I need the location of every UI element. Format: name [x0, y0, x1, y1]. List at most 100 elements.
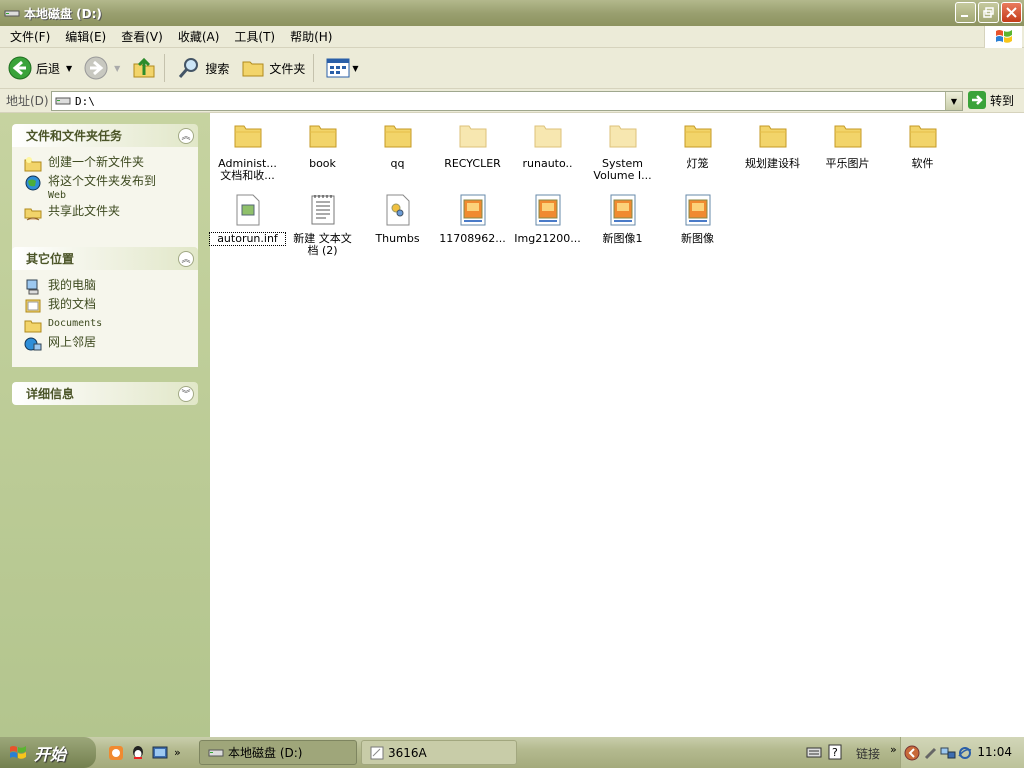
qq-icon[interactable] [130, 745, 146, 761]
file-tasks-header[interactable]: 文件和文件夹任务 ︽ [12, 124, 198, 147]
hidden-folder-icon [609, 125, 636, 148]
views-icon [326, 58, 350, 78]
links-toolbar[interactable]: 链接 [856, 745, 880, 762]
file-item-folder[interactable]: qq [360, 118, 435, 170]
taskbar-item-local-disk[interactable]: 本地磁盘 (D:) [199, 740, 357, 765]
image-file-icon [610, 194, 635, 226]
file-item-folder-hidden[interactable]: RECYCLER [435, 118, 510, 170]
address-dropdown-button[interactable]: ▼ [945, 92, 962, 110]
pen-tool-icon[interactable] [924, 746, 938, 760]
folder-icon [909, 125, 936, 148]
address-input[interactable]: D:\ ▼ [51, 91, 963, 111]
my-documents-link[interactable]: 我的文档 [24, 298, 190, 314]
share-folder-link[interactable]: 共享此文件夹 [24, 205, 190, 221]
address-value: D:\ [75, 94, 95, 108]
other-places-header[interactable]: 其它位置 ︽ [12, 247, 198, 270]
folder-icon [24, 320, 42, 333]
folder-icon [384, 125, 411, 148]
taskbar-item-3616a[interactable]: 3616A [361, 740, 517, 765]
file-item-folder[interactable]: book [285, 118, 360, 170]
hidden-folder-icon [534, 125, 561, 148]
file-item-inf[interactable]: autorun.inf [209, 193, 286, 246]
menu-help[interactable]: 帮助(H) [285, 28, 337, 45]
documents-icon [25, 299, 41, 313]
quick-launch: » [108, 745, 181, 761]
forward-button[interactable]: ▼ [80, 51, 124, 85]
ie-icon[interactable] [958, 746, 972, 760]
file-item-folder[interactable]: 软件 [885, 118, 960, 170]
file-item-folder[interactable]: 灯笼 [660, 118, 735, 170]
taskbar: 开始 » 本地磁盘 (D:) 3616A ? 链接 » 11:04 [0, 737, 1024, 768]
network-places-link[interactable]: 网上邻居 [24, 336, 190, 352]
file-item-image[interactable]: 新图像1 [585, 193, 660, 245]
file-name: runauto.. [522, 157, 573, 170]
file-item-folder-hidden[interactable]: runauto.. [510, 118, 585, 170]
folders-button[interactable]: 文件夹 [237, 51, 309, 85]
file-name: book [309, 157, 336, 170]
file-item-image[interactable]: 11708962... [435, 193, 510, 245]
toolbar: 后退 ▼ ▼ 搜索 文件夹 ▼ [0, 48, 1024, 89]
new-folder-link[interactable]: 创建一个新文件夹 [24, 156, 190, 172]
tray-expand-icon[interactable] [904, 745, 920, 761]
menu-tools[interactable]: 工具(T) [229, 28, 280, 45]
collapse-icon[interactable]: ︽ [178, 250, 194, 267]
folder-icon [242, 61, 264, 77]
close-button[interactable] [1001, 2, 1022, 23]
thumbs-db-icon [386, 194, 409, 226]
documents-link[interactable]: Documents [24, 317, 190, 333]
keyboard-icon[interactable] [806, 745, 822, 759]
file-name: 新图像1 [602, 232, 643, 245]
title-bar[interactable]: 本地磁盘 (D:) [0, 0, 1024, 26]
search-label: 搜索 [205, 61, 230, 76]
share-folder-label: 共享此文件夹 [48, 204, 121, 218]
minimize-button[interactable] [955, 2, 976, 23]
chevron-right-icon[interactable]: » [174, 746, 181, 759]
new-folder-icon [24, 157, 42, 172]
folder-icon [234, 125, 261, 148]
file-item-folder-hidden[interactable]: System Volume I... [585, 118, 660, 182]
folders-label: 文件夹 [269, 61, 306, 76]
clock[interactable]: 11:04 [977, 745, 1012, 759]
file-item-folder[interactable]: 规划建设科 [735, 118, 810, 170]
menu-favorites[interactable]: 收藏(A) [173, 28, 225, 45]
file-tasks-title: 文件和文件夹任务 [26, 129, 123, 143]
restore-icon [983, 7, 994, 18]
search-button[interactable]: 搜索 [173, 51, 233, 85]
file-item-image[interactable]: 新图像 [660, 193, 735, 245]
file-name: Thumbs [375, 232, 420, 245]
back-dropdown-icon[interactable]: ▼ [66, 64, 72, 73]
forward-dropdown-icon[interactable]: ▼ [114, 64, 120, 73]
chevron-right-icon[interactable]: » [890, 743, 897, 756]
start-button[interactable]: 开始 [0, 737, 96, 768]
help-icon[interactable]: ? [828, 744, 842, 760]
drive-icon [4, 10, 20, 17]
collapse-icon[interactable]: ︽ [178, 127, 194, 144]
menu-file[interactable]: 文件(F) [5, 28, 55, 45]
back-arrow-icon [8, 56, 32, 80]
my-computer-link[interactable]: 我的电脑 [24, 279, 190, 295]
file-item-image[interactable]: Img21200... [510, 193, 585, 245]
windows-flag-icon [995, 30, 1012, 43]
app-icon[interactable] [108, 745, 124, 761]
search-icon [179, 58, 199, 78]
network-icon[interactable] [940, 746, 956, 760]
views-button[interactable]: ▼ [322, 51, 362, 85]
publish-web-link[interactable]: 将这个文件夹发布到 Web [24, 175, 190, 202]
file-item-folder[interactable]: 平乐图片 [810, 118, 885, 170]
go-button[interactable]: 转到 [968, 91, 1014, 109]
maximize-button[interactable] [978, 2, 999, 23]
image-file-icon [685, 194, 710, 226]
details-header[interactable]: 详细信息 ︾ [12, 382, 198, 405]
up-button[interactable] [128, 51, 160, 85]
file-item-folder[interactable]: Administ... 文档和收... [210, 118, 285, 182]
expand-icon[interactable]: ︾ [178, 385, 194, 402]
show-desktop-icon[interactable] [152, 745, 168, 761]
menu-edit[interactable]: 编辑(E) [60, 28, 111, 45]
menu-view[interactable]: 查看(V) [116, 28, 168, 45]
file-name: Img21200... [514, 232, 581, 245]
back-button[interactable]: 后退 ▼ [4, 51, 76, 85]
file-item-txt[interactable]: 新建 文本文档 (2) [285, 193, 360, 257]
file-item-db[interactable]: Thumbs [360, 193, 435, 245]
file-name: 11708962... [439, 232, 506, 245]
file-tasks-panel: 文件和文件夹任务 ︽ 创建一个新文件夹 将这个文件夹发布到 Web 共享此文件夹 [12, 124, 198, 262]
